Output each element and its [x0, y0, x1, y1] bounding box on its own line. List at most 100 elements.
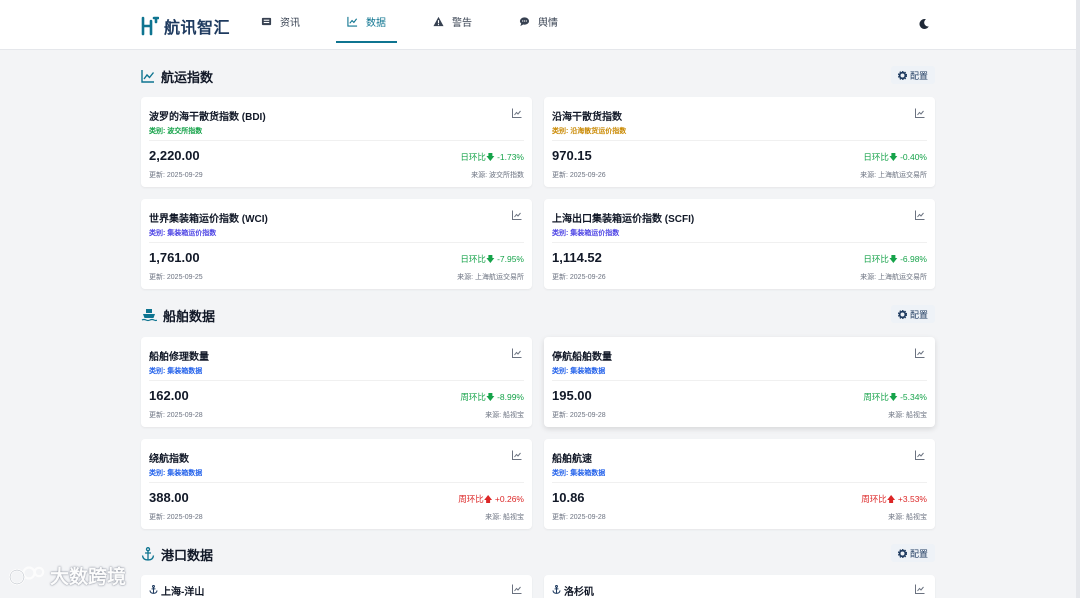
trend-chart-icon [141, 70, 155, 83]
section-title: 航运指数 [161, 69, 214, 85]
line-chart-icon [347, 16, 358, 27]
arrow-down-icon: 🡇 [888, 254, 898, 264]
ship-card-speed[interactable]: 船舶航速 类别: 集装箱数据 10.86 周环比🡅 +3.53% 更新: 202… [544, 439, 935, 529]
card-category: 类别: 集装箱数据 [552, 470, 606, 477]
config-button[interactable]: 配置 [890, 544, 935, 562]
card-title: 世界集装箱运价指数 (WCI) [149, 214, 268, 225]
port-title: 洛杉矶 [564, 587, 594, 598]
line-chart-icon[interactable] [512, 210, 522, 220]
line-chart-icon[interactable] [915, 450, 925, 460]
line-chart-icon[interactable] [915, 584, 925, 594]
change-value: -1.73% [497, 152, 524, 162]
watermark-logo-icon [8, 565, 45, 585]
change-value: +3.53% [897, 494, 927, 504]
card-title: 停航船舶数量 [552, 352, 612, 363]
logo-mark-icon [141, 16, 159, 36]
change-label: 日环比 [460, 254, 486, 264]
section-title: 船舶数据 [163, 308, 216, 324]
card-title: 绕航指数 [149, 454, 189, 465]
line-chart-icon[interactable] [915, 210, 925, 220]
main-nav: 资讯 数据 警告 舆情 [250, 0, 594, 50]
card-source: 来源: 船视宝 [485, 412, 524, 419]
config-label: 配置 [909, 309, 928, 320]
card-source: 来源: 船视宝 [485, 514, 524, 521]
card-updated: 更新: 2025-09-28 [552, 514, 606, 521]
card-value: 1,114.52 [552, 250, 602, 265]
config-button[interactable]: 配置 [890, 66, 935, 84]
nav-tab-data[interactable]: 数据 [336, 0, 397, 43]
page-scrollbar[interactable] [1076, 0, 1080, 598]
card-category: 类别: 集装箱数据 [149, 470, 203, 477]
card-category: 类别: 集装箱数据 [149, 368, 203, 375]
section-header-ship-data: 船舶数据 配置 [141, 305, 935, 325]
config-button[interactable]: 配置 [890, 305, 935, 323]
anchor-icon [141, 547, 155, 561]
change-label: 周环比 [460, 392, 486, 402]
newspaper-icon [261, 17, 272, 26]
card-value: 10.86 [552, 490, 585, 505]
change-label: 日环比 [863, 152, 889, 162]
gear-icon [897, 309, 907, 319]
card-source: 来源: 船视宝 [888, 514, 927, 521]
card-updated: 更新: 2025-09-26 [552, 172, 606, 179]
line-chart-icon[interactable] [512, 108, 522, 118]
card-value: 1,761.00 [149, 250, 200, 265]
port-card-shanghai-yangshan[interactable]: 上海-洋山 [141, 575, 532, 598]
warning-icon [433, 16, 444, 27]
arrow-up-icon: 🡅 [483, 494, 493, 504]
card-title: 上海出口集装箱运价指数 (SCFI) [552, 214, 695, 225]
ship-card-repair-count[interactable]: 船舶修理数量 类别: 集装箱数据 162.00 周环比🡇 -8.99% 更新: … [141, 337, 532, 427]
change-value: -0.40% [900, 152, 927, 162]
nav-tab-sentiment[interactable]: 舆情 [508, 0, 569, 43]
nav-tab-warning[interactable]: 警告 [422, 0, 483, 43]
line-chart-icon[interactable] [915, 348, 925, 358]
card-change: 日环比🡇 -0.40% [863, 151, 927, 166]
line-chart-icon[interactable] [512, 584, 522, 594]
index-card-wci[interactable]: 世界集装箱运价指数 (WCI) 类别: 集装箱运价指数 1,761.00 日环比… [141, 199, 532, 289]
gear-icon [897, 70, 907, 80]
card-divider [552, 380, 927, 381]
card-title: 船舶航速 [552, 454, 592, 465]
arrow-up-icon: 🡅 [886, 494, 896, 504]
app-name: 航讯智汇 [164, 20, 231, 37]
section-header-port-data: 港口数据 配置 [141, 544, 935, 564]
card-divider [552, 242, 927, 243]
index-card-bdi[interactable]: 波罗的海干散货指数 (BDI) 类别: 波交所指数 2,220.00 日环比🡇 … [141, 97, 532, 187]
arrow-down-icon: 🡇 [888, 392, 898, 402]
card-change: 日环比🡇 -7.95% [460, 253, 524, 268]
card-source: 来源: 上海航运交易所 [860, 172, 927, 179]
change-label: 周环比 [861, 494, 887, 504]
index-card-scfi[interactable]: 上海出口集装箱运价指数 (SCFI) 类别: 集装箱运价指数 1,114.52 … [544, 199, 935, 289]
card-divider [149, 140, 524, 141]
watermark: 大数跨境 [8, 562, 126, 589]
card-change: 周环比🡅 +3.53% [861, 493, 927, 508]
gear-icon [897, 548, 907, 558]
nav-tab-news[interactable]: 资讯 [250, 0, 311, 43]
card-divider [149, 380, 524, 381]
change-label: 日环比 [460, 152, 486, 162]
card-updated: 更新: 2025-09-26 [552, 274, 606, 281]
card-category: 类别: 集装箱运价指数 [552, 230, 620, 237]
card-change: 周环比🡅 +0.26% [458, 493, 524, 508]
line-chart-icon[interactable] [512, 348, 522, 358]
card-title: 沿海干散货指数 [552, 112, 622, 123]
moon-icon[interactable] [918, 18, 930, 30]
watermark-text: 大数跨境 [50, 567, 127, 588]
ship-card-detour-index[interactable]: 绕航指数 类别: 集装箱数据 388.00 周环比🡅 +0.26% 更新: 20… [141, 439, 532, 529]
port-card-los-angeles[interactable]: 洛杉矶 [544, 575, 935, 598]
card-value: 970.15 [552, 148, 592, 163]
card-source: 来源: 上海航运交易所 [457, 274, 524, 281]
change-label: 周环比 [863, 392, 889, 402]
line-chart-icon[interactable] [512, 450, 522, 460]
config-label: 配置 [909, 548, 928, 559]
card-updated: 更新: 2025-09-28 [149, 514, 203, 521]
anchor-icon [149, 585, 158, 594]
app-logo[interactable]: 航讯智汇 [141, 14, 230, 38]
change-value: -6.98% [900, 254, 927, 264]
ship-card-idle-count[interactable]: 停航船舶数量 类别: 集装箱数据 195.00 周环比🡇 -5.34% 更新: … [544, 337, 935, 427]
index-card-coastal-dry-bulk[interactable]: 沿海干散货指数 类别: 沿海散货运价指数 970.15 日环比🡇 -0.40% … [544, 97, 935, 187]
card-divider [552, 482, 927, 483]
card-value: 195.00 [552, 388, 592, 403]
card-source: 来源: 上海航运交易所 [860, 274, 927, 281]
line-chart-icon[interactable] [915, 108, 925, 118]
